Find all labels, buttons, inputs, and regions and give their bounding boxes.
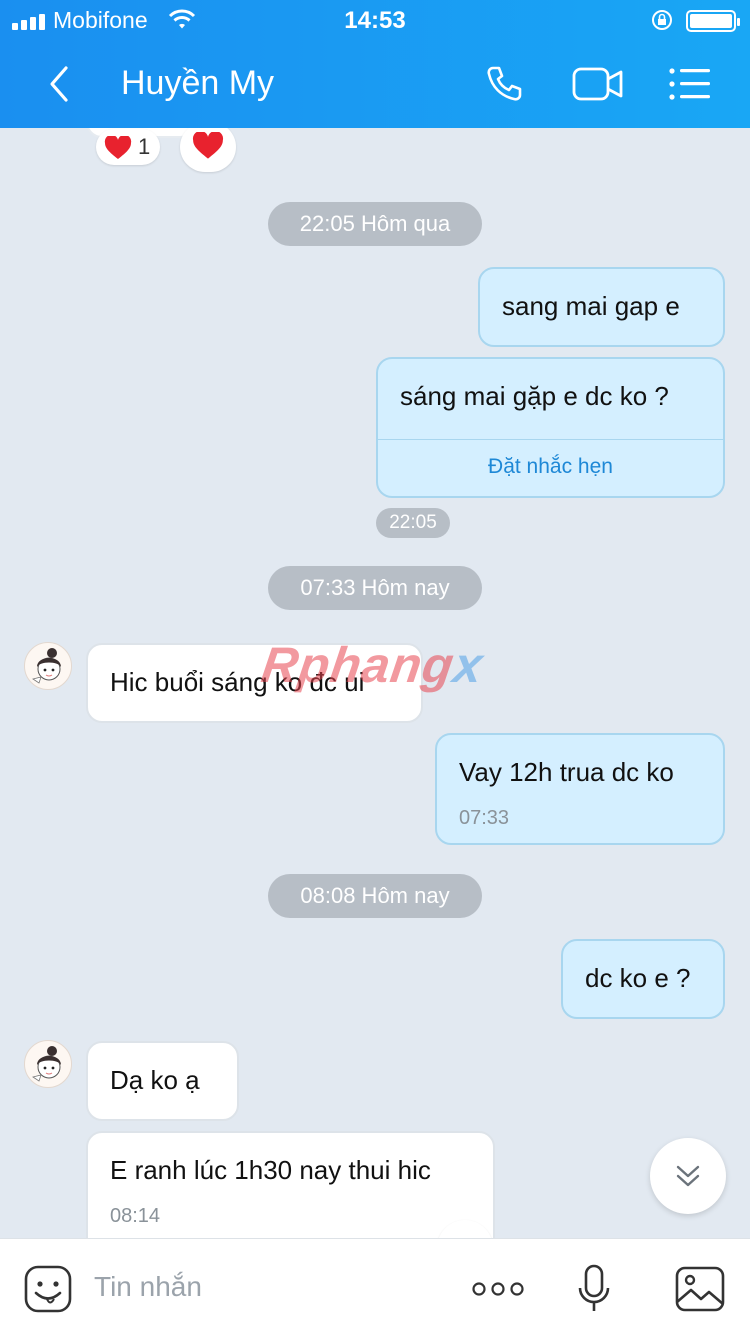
list-menu-icon <box>669 68 710 100</box>
contact-avatar[interactable] <box>24 1040 72 1088</box>
contact-name[interactable]: Huyền My <box>121 64 274 103</box>
more-options-button[interactable] <box>470 1263 526 1315</box>
reaction-summary[interactable]: 1 <box>96 129 160 165</box>
video-call-button[interactable] <box>570 62 626 106</box>
voice-call-button[interactable] <box>481 62 529 106</box>
heart-icon <box>192 132 224 159</box>
watermark-logo: Rphangx <box>258 637 487 693</box>
message-text: Dạ ko ạ <box>110 1065 200 1095</box>
emoji-icon <box>24 1265 72 1313</box>
message-bubble-mine[interactable]: dc ko e ? <box>561 939 725 1019</box>
chat-options-button[interactable] <box>666 62 714 106</box>
voice-record-button[interactable] <box>568 1263 620 1315</box>
message-bubble-mine[interactable]: sang mai gap e <box>478 267 725 347</box>
time-separator: 08:08 Hôm nay <box>268 874 482 918</box>
back-icon[interactable] <box>40 64 80 104</box>
message-time: 08:14 <box>110 1205 161 1227</box>
message-text: Vay 12h trua dc ko <box>459 757 674 787</box>
message-text: dc ko e ? <box>585 963 691 993</box>
message-input[interactable]: Tin nhắn <box>94 1271 202 1303</box>
heart-reaction-icon <box>104 136 132 159</box>
message-bubble-mine[interactable]: Vay 12h trua dc ko 07:33 <box>435 733 725 845</box>
status-time: 14:53 <box>344 7 406 34</box>
reaction-count: 1 <box>138 134 151 159</box>
battery-icon <box>686 10 740 32</box>
message-text: sáng mai gặp e dc ko ? <box>400 381 669 411</box>
contact-avatar[interactable] <box>24 642 72 690</box>
video-camera-icon <box>572 67 623 101</box>
status-bar: Mobifone 14:53 <box>0 0 750 40</box>
react-heart-button[interactable] <box>180 128 236 172</box>
message-text: E ranh lúc 1h30 nay thui hic <box>110 1155 431 1185</box>
chat-header: Mobifone 14:53 Huyền My <box>0 0 750 128</box>
phone-icon <box>487 66 522 101</box>
sticker-button[interactable] <box>22 1263 74 1315</box>
time-separator: 07:33 Hôm nay <box>268 566 482 610</box>
avatar-image <box>32 1046 61 1082</box>
message-time: 07:33 <box>459 807 510 829</box>
rotation-lock-icon <box>652 10 672 30</box>
message-text: sang mai gap e <box>502 291 680 321</box>
composer-bar: Tin nhắn <box>0 1238 750 1334</box>
double-chevron-down-icon <box>676 1165 700 1187</box>
image-icon <box>675 1266 725 1312</box>
message-bubble-mine[interactable]: sáng mai gặp e dc ko ? Đặt nhắc hẹn <box>376 357 725 498</box>
message-bubble-theirs[interactable]: Dạ ko ạ <box>86 1041 239 1121</box>
set-reminder-link[interactable]: Đặt nhắc hẹn <box>378 455 723 479</box>
send-image-button[interactable] <box>674 1263 726 1315</box>
message-time-badge: 22:05 <box>376 508 450 538</box>
message-list[interactable]: 1 22:05 Hôm qua sang mai gap e sáng mai … <box>0 128 750 1238</box>
avatar-image <box>32 648 61 684</box>
time-separator: 22:05 Hôm qua <box>268 202 482 246</box>
message-bubble-theirs[interactable]: E ranh lúc 1h30 nay thui hic 08:14 <box>86 1131 495 1238</box>
scroll-to-bottom-button[interactable] <box>650 1138 726 1214</box>
more-dots-icon <box>472 1282 524 1296</box>
microphone-icon <box>578 1264 610 1311</box>
